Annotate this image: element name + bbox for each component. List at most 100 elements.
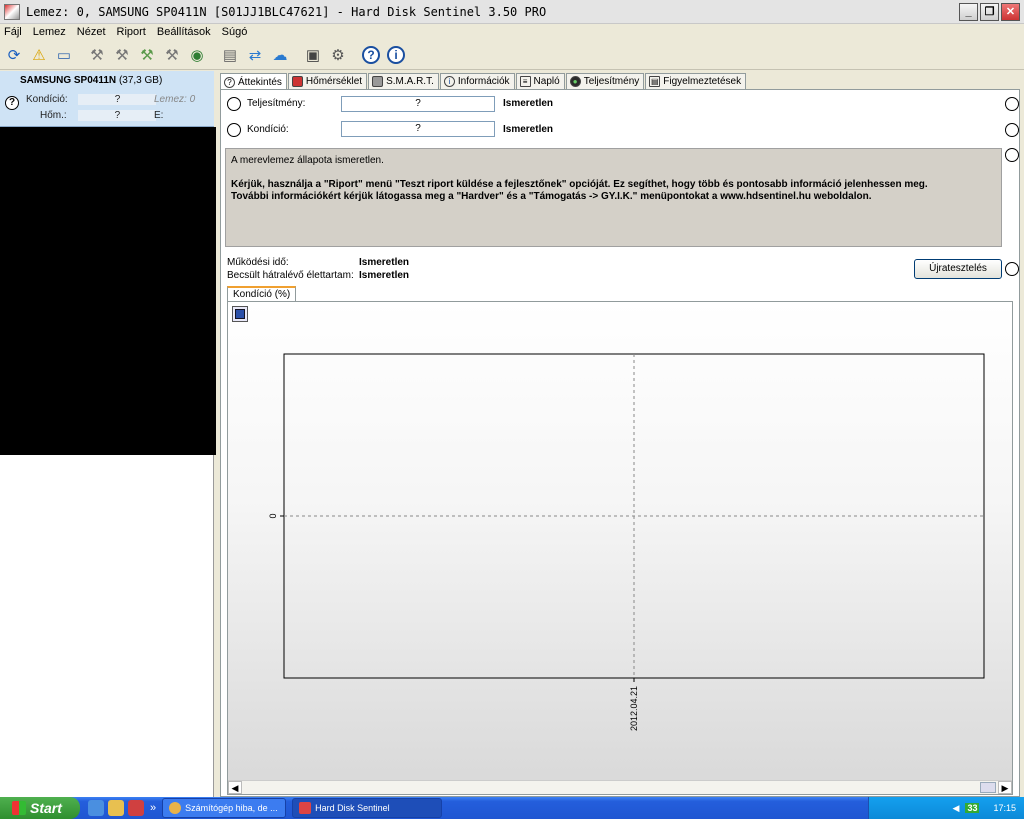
redacted-area <box>0 211 218 455</box>
menu-report[interactable]: Riport <box>117 26 146 38</box>
help-icon[interactable] <box>1005 123 1019 137</box>
window-controls: _ ❐ ✕ <box>959 3 1020 21</box>
performance-label: Teljesítmény: <box>247 98 306 109</box>
minimize-button[interactable]: _ <box>959 3 978 21</box>
temperature-value: ? <box>78 110 157 121</box>
quick-launch <box>88 800 144 816</box>
app-icon <box>4 3 20 20</box>
disk-title: SAMSUNG SP0411N (37,3 GB) <box>20 75 162 86</box>
tool-icon[interactable]: ⚒ <box>86 44 108 66</box>
taskbar-item-hdsentinel[interactable]: Hard Disk Sentinel <box>292 798 443 818</box>
temperature-label: Hőm.: <box>40 110 67 121</box>
help-icon[interactable] <box>1005 97 1019 111</box>
tab-condition-chart[interactable]: Kondíció (%) <box>227 286 297 301</box>
condition-label: Kondíció: <box>26 94 68 105</box>
help-icon[interactable] <box>227 123 241 137</box>
start-button[interactable]: Start <box>0 797 80 819</box>
globe-icon[interactable]: ◉ <box>186 44 208 66</box>
help-icon[interactable] <box>227 97 241 111</box>
menu-settings[interactable]: Beállítások <box>157 26 211 38</box>
horizontal-scrollbar[interactable]: ◀ ▶ <box>228 780 1012 794</box>
tab-information[interactable]: i Információk <box>439 73 515 89</box>
log-icon: ≡ <box>519 76 531 87</box>
condition-row: Kondíció: ? <box>26 94 157 105</box>
scroll-left-arrow[interactable]: ◀ <box>228 781 242 794</box>
clock[interactable]: 17:15 <box>993 803 1016 813</box>
disk-list-panel: SAMSUNG SP0411N (37,3 GB) ? Kondíció: ? … <box>0 71 222 797</box>
scroll-right-arrow[interactable]: ▶ <box>998 781 1012 794</box>
retest-button[interactable]: Újratesztelés <box>914 259 1002 279</box>
window-title: Lemez: 0, SAMSUNG SP0411N [S01JJ1BLC4762… <box>26 4 547 19</box>
condition-label: Kondíció: <box>247 124 289 135</box>
remaining-life-value: Ismeretlen <box>359 270 410 281</box>
media-icon[interactable] <box>128 800 144 816</box>
help-icon[interactable]: ? <box>360 44 382 66</box>
menu-bar: Fájl Lemez Nézet Riport Beállítások Súgó <box>0 24 1024 40</box>
menu-file[interactable]: Fájl <box>4 26 22 38</box>
title-bar: Lemez: 0, SAMSUNG SP0411N [S01JJ1BLC4762… <box>0 0 1024 24</box>
sync-icon[interactable]: ⇄ <box>244 44 266 66</box>
disk-icon[interactable]: ▭ <box>53 44 75 66</box>
info-icon[interactable]: i <box>385 44 407 66</box>
taskbar: Start » Számítógép hiba, de ... Hard Dis… <box>0 797 1024 819</box>
quick-launch-more[interactable]: » <box>150 802 156 814</box>
disk-entry[interactable]: SAMSUNG SP0411N (37,3 GB) ? Kondíció: ? … <box>0 71 214 127</box>
tab-overview[interactable]: ? Áttekintés <box>220 73 287 90</box>
status-message: A merevlemez állapota ismeretlen. <box>231 155 384 166</box>
help-icon[interactable] <box>1005 262 1019 276</box>
chart-icon[interactable]: ▣ <box>302 44 324 66</box>
disk-icon <box>372 76 384 87</box>
temperature-row: Hőm.: ? <box>40 110 157 121</box>
warning-icon: ▤ <box>649 76 661 87</box>
condition-field: ? <box>341 121 495 137</box>
taskbar-item-browser[interactable]: Számítógép hiba, de ... <box>162 798 287 818</box>
uptime-label: Működési idő: <box>227 257 289 268</box>
condition-chart-panel: 0 2012.04.21 ◀ ▶ <box>227 301 1013 795</box>
overview-panel: Teljesítmény: ? Ismeretlen Kondíció: ? I… <box>220 89 1020 797</box>
hdsentinel-icon <box>299 802 312 814</box>
performance-field: ? <box>341 96 495 112</box>
alert-icon[interactable]: ⚠ <box>28 44 50 66</box>
restore-button[interactable]: ❐ <box>980 3 999 21</box>
scroll-thumb[interactable] <box>980 782 996 793</box>
tab-smart[interactable]: S.M.A.R.T. <box>368 73 439 89</box>
tab-log[interactable]: ≡ Napló <box>515 73 565 89</box>
browser-icon[interactable] <box>88 800 104 816</box>
tab-temperature[interactable]: Hőmérséklet <box>287 73 368 89</box>
thermometer-icon <box>291 76 303 87</box>
drive-letter: E: <box>154 110 164 121</box>
browser-icon <box>169 802 182 814</box>
disk-name: SAMSUNG SP0411N <box>20 75 117 86</box>
status-message-box: A merevlemez állapota ismeretlen. Kérjük… <box>225 148 1002 247</box>
performance-icon: ● <box>569 76 581 87</box>
condition-chart: 0 2012.04.21 <box>268 353 985 731</box>
menu-help[interactable]: Súgó <box>222 26 248 38</box>
info-icon: i <box>443 76 455 87</box>
folder-icon[interactable] <box>108 800 124 816</box>
settings-icon[interactable]: ⚙ <box>327 44 349 66</box>
remaining-life-label: Becsült hátralévő élettartam: <box>227 270 354 281</box>
help-icon[interactable] <box>1005 148 1019 162</box>
refresh-icon[interactable]: ⟳ <box>3 44 25 66</box>
menu-view[interactable]: Nézet <box>77 26 106 38</box>
tab-performance[interactable]: ● Teljesítmény <box>565 73 645 89</box>
tool-icon[interactable]: ⚒ <box>111 44 133 66</box>
y-tick-label: 0 <box>268 513 278 518</box>
tool-icon[interactable]: ⚒ <box>161 44 183 66</box>
condition-value: ? <box>78 94 157 105</box>
report-icon[interactable]: ▤ <box>219 44 241 66</box>
help-icon: ? <box>224 76 235 88</box>
tool-icon[interactable]: ⚒ <box>136 44 158 66</box>
disk-index-label: Lemez: 0 <box>154 94 196 105</box>
toolbar: ⟳ ⚠ ▭ ⚒ ⚒ ⚒ ⚒ ◉ ▤ ⇄ ☁ ▣ ⚙ ? i <box>0 40 1024 70</box>
tab-warnings[interactable]: ▤ Figyelmeztetések <box>645 73 747 89</box>
tray-count[interactable]: 33 <box>965 803 980 813</box>
tray-arrow-icon[interactable]: ◀ <box>953 803 960 814</box>
network-icon[interactable]: ☁ <box>269 44 291 66</box>
windows-logo-icon <box>12 801 26 815</box>
close-button[interactable]: ✕ <box>1001 3 1020 21</box>
x-tick-label: 2012.04.21 <box>629 686 639 731</box>
menu-disk[interactable]: Lemez <box>33 26 66 38</box>
report-hint: Kérjük, használja a "Riport" menü "Teszt… <box>231 179 928 190</box>
help-icon[interactable]: ? <box>5 96 19 110</box>
